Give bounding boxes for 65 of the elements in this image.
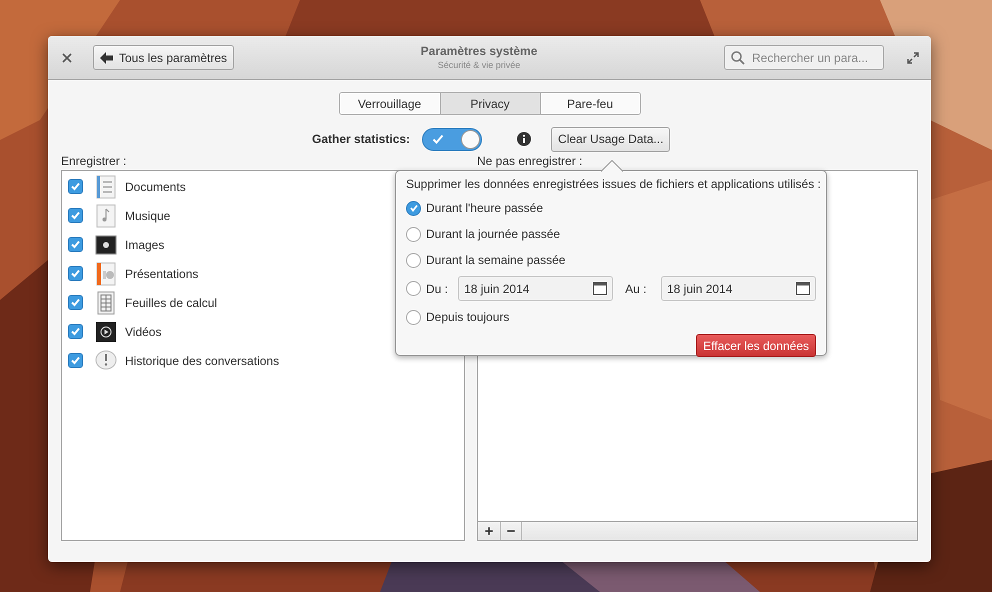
radio-button[interactable]: [406, 200, 421, 216]
checkmark-icon: [70, 210, 81, 221]
option-label: Du :: [426, 280, 450, 298]
record-label: Enregistrer :: [61, 153, 128, 170]
date-field[interactable]: 18 juin 2014: [661, 276, 816, 301]
spreadsheet-icon: [95, 290, 117, 314]
close-icon[interactable]: [62, 52, 72, 62]
back-button[interactable]: Tous les paramètres: [93, 45, 234, 70]
option-label: Durant l'heure passée: [426, 200, 544, 217]
checkbox[interactable]: [68, 295, 83, 310]
checkbox[interactable]: [68, 208, 83, 223]
search-icon: [731, 51, 745, 65]
option-label: Depuis toujours: [426, 309, 510, 326]
to-label: Au :: [625, 280, 648, 298]
checkmark-icon: [70, 326, 81, 337]
gather-statistics-label: Gather statistics:: [312, 131, 410, 148]
search-field[interactable]: Rechercher un para...: [724, 45, 884, 70]
calendar-icon: [593, 282, 608, 295]
category-label: Présentations: [125, 266, 198, 282]
checkmark-icon: [70, 355, 81, 366]
video-icon: [95, 320, 117, 344]
checkmark-icon: [408, 203, 418, 213]
checkbox[interactable]: [68, 266, 83, 281]
category-label: Musique: [125, 208, 170, 224]
category-label: Images: [125, 236, 164, 254]
back-arrow-icon: [100, 52, 114, 64]
tab[interactable]: Pare-feu: [540, 93, 640, 114]
checkmark-icon: [432, 134, 444, 144]
toggle-switch[interactable]: [422, 128, 482, 150]
checkbox[interactable]: [68, 353, 83, 368]
option-label: Durant la journée passée: [426, 226, 560, 243]
maximize-icon[interactable]: [907, 52, 919, 64]
date-field[interactable]: 18 juin 2014: [458, 276, 614, 301]
music-note-icon: [95, 204, 117, 228]
speech-bubble-icon: [95, 348, 117, 372]
category-label: Feuilles de calcul: [125, 294, 218, 312]
clear-data-button[interactable]: Effacer les données: [696, 334, 816, 357]
checkmark-icon: [70, 268, 81, 279]
checkbox[interactable]: [68, 237, 83, 252]
window-subtitle: Sécurité & vie privée: [438, 59, 520, 71]
category-label: Historique des conversations: [125, 352, 280, 370]
checkmark-icon: [70, 181, 81, 192]
category-label: Documents: [125, 178, 186, 196]
remove-button[interactable]: −: [501, 522, 522, 540]
tab[interactable]: Verrouillage: [340, 93, 440, 114]
image-icon: [95, 232, 117, 256]
info-icon[interactable]: [517, 132, 532, 146]
presentation-icon: [95, 262, 117, 286]
clear-usage-data-button[interactable]: Clear Usage Data...: [551, 126, 670, 152]
checkmark-icon: [70, 239, 81, 250]
checkbox[interactable]: [68, 324, 83, 339]
add-button[interactable]: +: [478, 522, 501, 540]
checkmark-icon: [70, 297, 81, 308]
option-label: Durant la semaine passée: [426, 252, 566, 269]
document-icon: [95, 174, 117, 198]
tab[interactable]: Privacy: [440, 93, 540, 114]
radio-button[interactable]: [406, 226, 421, 242]
calendar-icon: [796, 282, 810, 295]
radio-button[interactable]: [406, 310, 421, 324]
window-title: Paramètres système: [420, 44, 538, 59]
checkbox[interactable]: [68, 179, 83, 194]
exclude-label: Ne pas enregistrer :: [477, 153, 582, 170]
category-label: Vidéos: [125, 324, 162, 340]
radio-button[interactable]: [406, 281, 421, 296]
radio-button[interactable]: [406, 252, 421, 268]
